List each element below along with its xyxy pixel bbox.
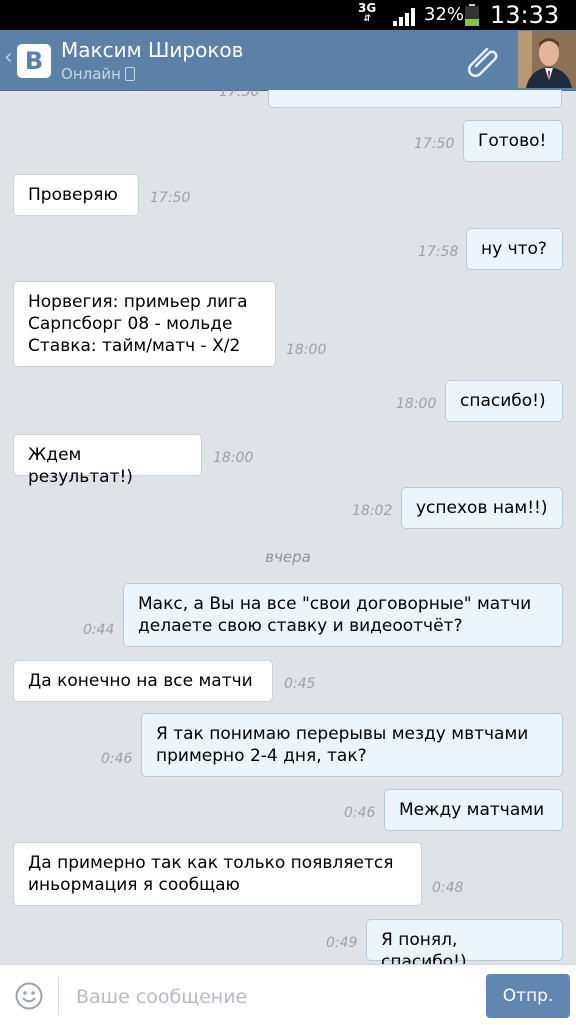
smiley-icon[interactable]	[15, 982, 43, 1010]
contact-avatar[interactable]	[518, 31, 576, 88]
chat-header: ‹ B Максим Широков Онлайн	[0, 30, 576, 91]
signal-icon	[393, 8, 415, 26]
clock: 13:33	[490, 1, 560, 29]
avatar-portrait	[518, 31, 576, 88]
message-bubble-out[interactable]	[268, 90, 562, 108]
message-bubble-out[interactable]: ну что?	[466, 228, 563, 270]
message-list[interactable]: 17:50 Готово! 17:50 Проверяю 17:50 ну чт…	[0, 90, 576, 964]
contact-name[interactable]: Максим Широков	[61, 37, 243, 63]
message-time: 18:00	[213, 450, 254, 466]
message-time: 17:50	[150, 190, 191, 206]
message-time: 17:58	[418, 244, 459, 260]
message-time: 0:48	[432, 880, 464, 896]
composer-divider	[58, 977, 59, 1015]
date-separator: вчера	[265, 548, 311, 566]
send-button[interactable]: Отпр.	[486, 974, 570, 1018]
message-time: 0:49	[326, 935, 358, 951]
message-bubble-out[interactable]: Между матчами	[384, 789, 563, 831]
vk-logo-icon[interactable]: B	[17, 44, 51, 78]
chevron-left-icon[interactable]: ‹	[4, 46, 13, 70]
message-time: 17:50	[414, 136, 455, 152]
message-bubble-in[interactable]: Норвегия: примьер лига Сарпсборг 08 - мо…	[13, 281, 276, 367]
battery-percent: 32%	[424, 4, 465, 25]
message-time: 0:44	[83, 622, 115, 638]
message-time: 0:45	[284, 676, 316, 692]
message-bubble-out[interactable]: Я понял, спасибо!)	[366, 919, 563, 964]
message-composer: Отпр.	[0, 964, 576, 1025]
message-bubble-out[interactable]: Готово!	[463, 120, 563, 162]
message-bubble-in[interactable]: Проверяю	[13, 174, 139, 216]
message-bubble-out[interactable]: Макс, а Вы на все "свои договорные" матч…	[123, 583, 563, 647]
message-bubble-out[interactable]: успехов нам!!)	[401, 487, 563, 529]
online-status-label: Онлайн	[61, 65, 121, 83]
mobile-phone-icon	[124, 67, 135, 81]
message-time: 17:50	[219, 90, 260, 100]
message-time: 18:02	[352, 503, 393, 519]
paperclip-icon[interactable]	[466, 43, 502, 79]
message-bubble-out[interactable]: спасибо!)	[445, 380, 563, 422]
message-time: 0:46	[101, 751, 133, 767]
message-input[interactable]	[74, 979, 468, 1015]
contact-status: Онлайн	[61, 64, 135, 84]
message-time: 0:46	[344, 805, 376, 821]
battery-icon	[465, 4, 479, 26]
message-bubble-in[interactable]: Да конечно на все матчи	[13, 660, 273, 702]
message-time: 18:00	[286, 342, 327, 358]
message-bubble-in[interactable]: Ждем результат!)	[13, 434, 202, 487]
status-bar: 3G ⇵ 32% 13:33	[0, 0, 576, 30]
message-bubble-in[interactable]: Да примерно так как только появляется ин…	[13, 842, 422, 906]
message-bubble-out[interactable]: Я так понимаю перерывы мезду мвтчами при…	[141, 713, 563, 777]
network-indicator: 3G ⇵	[358, 1, 377, 24]
message-time: 18:00	[396, 396, 437, 412]
